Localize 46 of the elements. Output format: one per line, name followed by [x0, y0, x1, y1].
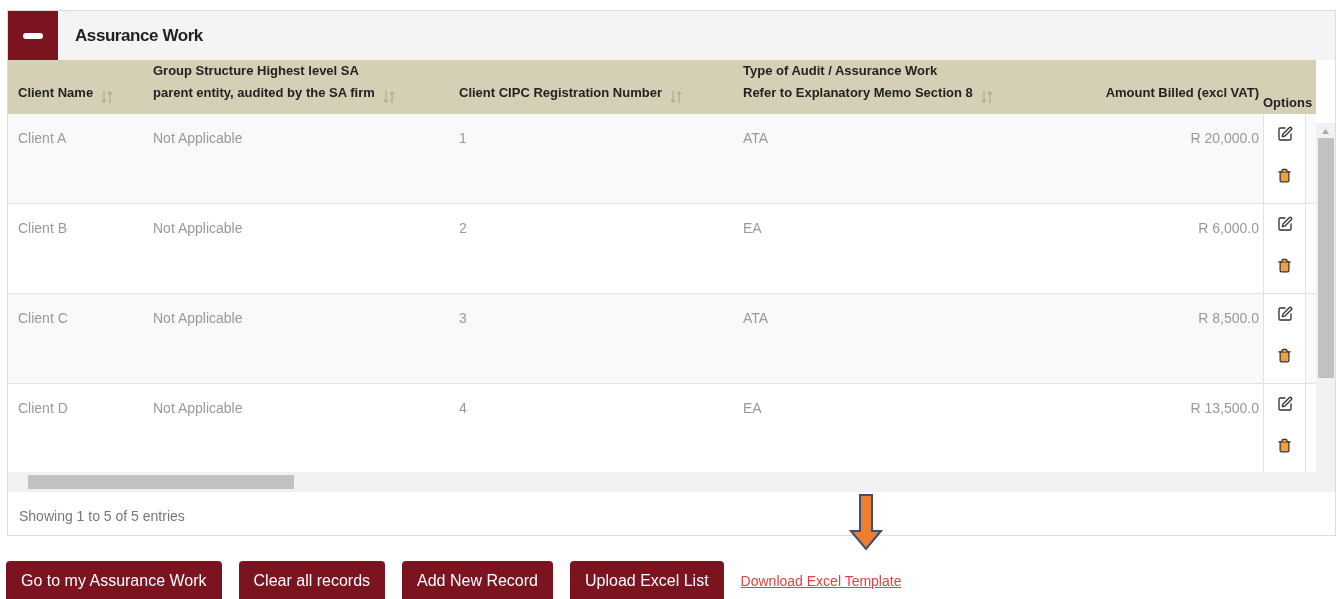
delete-icon[interactable] [1277, 168, 1292, 183]
column-header: Options [1263, 93, 1313, 112]
table-info: Showing 1 to 5 of 5 entries [19, 508, 185, 524]
edit-icon[interactable] [1276, 216, 1293, 232]
table-cell: Not Applicable [153, 130, 243, 146]
table-cell: 2 [459, 220, 467, 236]
table-cell: R 20,000.0 [1190, 130, 1259, 146]
table-cell: 3 [459, 310, 467, 326]
action-button[interactable]: Go to my Assurance Work [6, 561, 222, 599]
minus-icon [23, 32, 43, 39]
vertical-scrollbar[interactable] [1316, 123, 1335, 472]
action-button[interactable]: Upload Excel List [570, 561, 724, 599]
edit-icon[interactable] [1276, 306, 1293, 322]
column-header[interactable]: Group Structure Highest level SA parent entity, audited by the SA firm [153, 60, 395, 104]
delete-icon[interactable] [1277, 348, 1292, 363]
table-cell: Not Applicable [153, 310, 243, 326]
table-cell: Client C [18, 310, 68, 326]
delete-icon[interactable] [1277, 438, 1292, 453]
download-link[interactable]: Download Excel Template [740, 570, 902, 592]
panel-title: Assurance Work [75, 24, 203, 47]
table-cell: Client B [18, 220, 68, 236]
table-cell: Not Applicable [153, 400, 243, 416]
column-header[interactable]: Client CIPC Registration Number [459, 82, 682, 104]
table-cell: R 6,000.0 [1198, 220, 1259, 236]
action-button[interactable]: Add New Record [402, 561, 553, 599]
table-cell: R 8,500.0 [1198, 310, 1259, 326]
column-header[interactable]: Type of Audit / Assurance Work Refer to Explanatory Memo Section 8 [743, 60, 993, 104]
table-cell: EA [743, 220, 762, 236]
table-cell: 1 [459, 130, 467, 146]
table-cell: ATA [743, 130, 769, 146]
table-cell: 4 [459, 400, 467, 416]
table-cell: Not Applicable [153, 220, 243, 236]
column-header[interactable]: Amount Billed (excl VAT) [1105, 82, 1259, 104]
collapse-button[interactable] [8, 11, 58, 60]
delete-icon[interactable] [1277, 258, 1292, 273]
edit-icon[interactable] [1276, 396, 1293, 412]
action-button[interactable]: Clear all records [238, 561, 386, 599]
arrow-icon [849, 494, 883, 550]
column-header[interactable]: Client Name [18, 82, 114, 104]
table-cell: Client A [18, 130, 67, 146]
table-cell: EA [743, 400, 762, 416]
table-cell: Client D [18, 400, 68, 416]
horizontal-scrollbar[interactable] [8, 472, 1335, 492]
table-cell: R 13,500.0 [1190, 400, 1259, 416]
table-cell: ATA [743, 310, 769, 326]
edit-icon[interactable] [1276, 126, 1293, 142]
